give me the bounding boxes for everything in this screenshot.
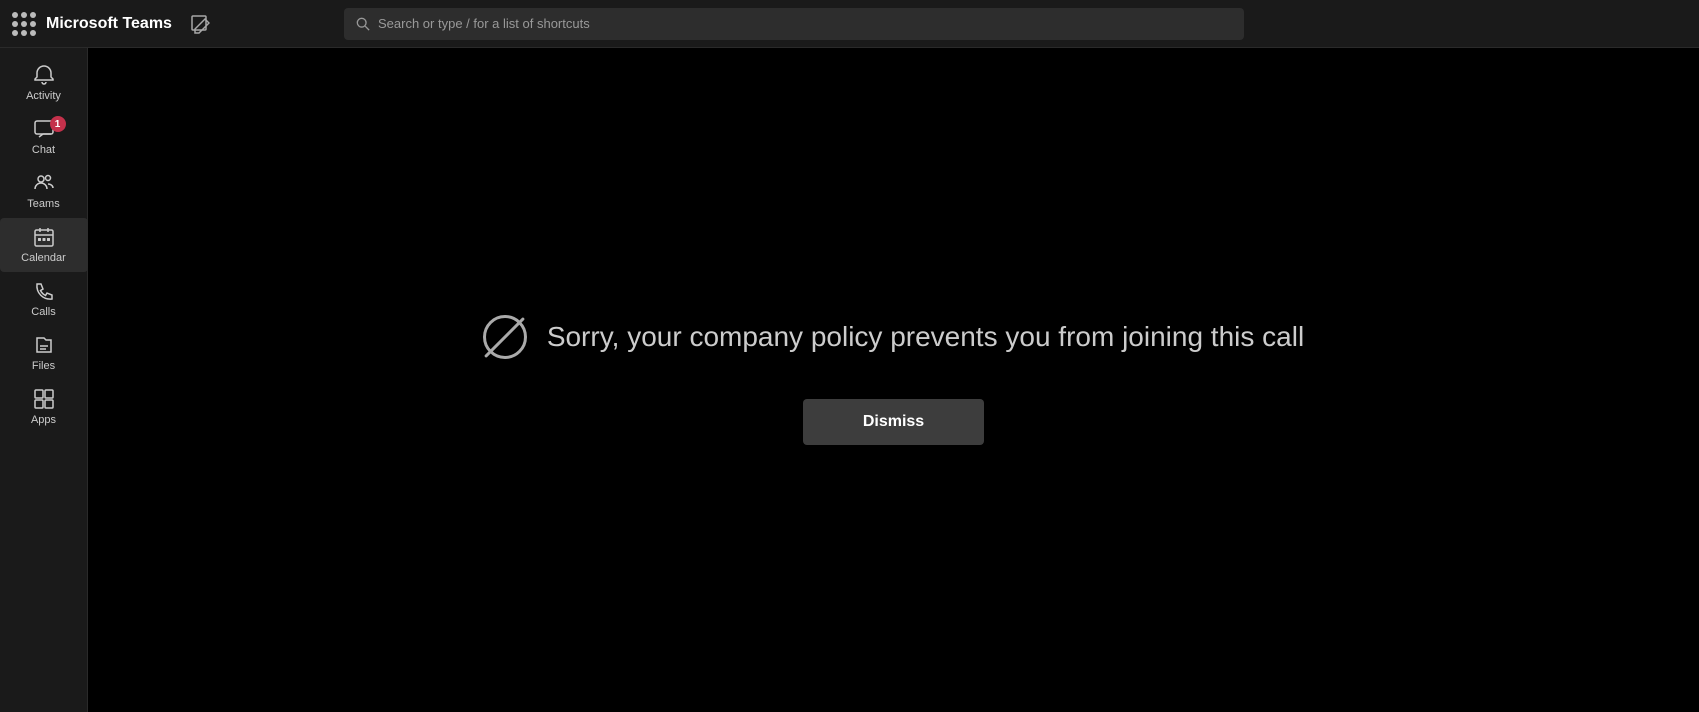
sidebar-item-files[interactable]: Files [0,326,88,380]
main-layout: Activity 1 Chat Teams [0,48,1699,712]
sidebar-item-activity[interactable]: Activity [0,56,88,110]
topbar: Microsoft Teams Search or type / for a l… [0,0,1699,48]
teams-icon [33,172,55,194]
sidebar-item-calendar[interactable]: Calendar [0,218,88,272]
sidebar-item-teams-label: Teams [27,198,59,210]
app-title: Microsoft Teams [46,15,172,33]
sidebar-item-teams[interactable]: Teams [0,164,88,218]
calls-icon [33,280,55,302]
sidebar-item-calls-label: Calls [31,306,55,318]
search-placeholder: Search or type / for a list of shortcuts [378,16,590,31]
search-icon [356,17,370,31]
sidebar-item-calls[interactable]: Calls [0,272,88,326]
content-area: Sorry, your company policy prevents you … [88,48,1699,712]
sidebar-item-apps-label: Apps [31,414,56,426]
dismiss-button[interactable]: Dismiss [803,399,984,445]
sidebar-item-chat-label: Chat [32,144,55,156]
sidebar: Activity 1 Chat Teams [0,48,88,712]
sidebar-item-activity-label: Activity [26,90,61,102]
files-icon [33,334,55,356]
error-message: Sorry, your company policy prevents you … [483,315,1304,359]
error-text: Sorry, your company policy prevents you … [547,321,1304,353]
bell-icon [33,64,55,86]
app-launcher-button[interactable] [12,12,36,36]
calendar-icon [33,226,55,248]
compose-icon[interactable] [190,14,210,34]
apps-icon [33,388,55,410]
ban-icon [483,315,527,359]
sidebar-item-calendar-label: Calendar [21,252,66,264]
topbar-left: Microsoft Teams [12,12,332,36]
sidebar-item-files-label: Files [32,360,55,372]
chat-badge: 1 [50,116,66,132]
sidebar-item-chat[interactable]: 1 Chat [0,110,88,164]
sidebar-item-apps[interactable]: Apps [0,380,88,434]
search-bar[interactable]: Search or type / for a list of shortcuts [344,8,1244,40]
